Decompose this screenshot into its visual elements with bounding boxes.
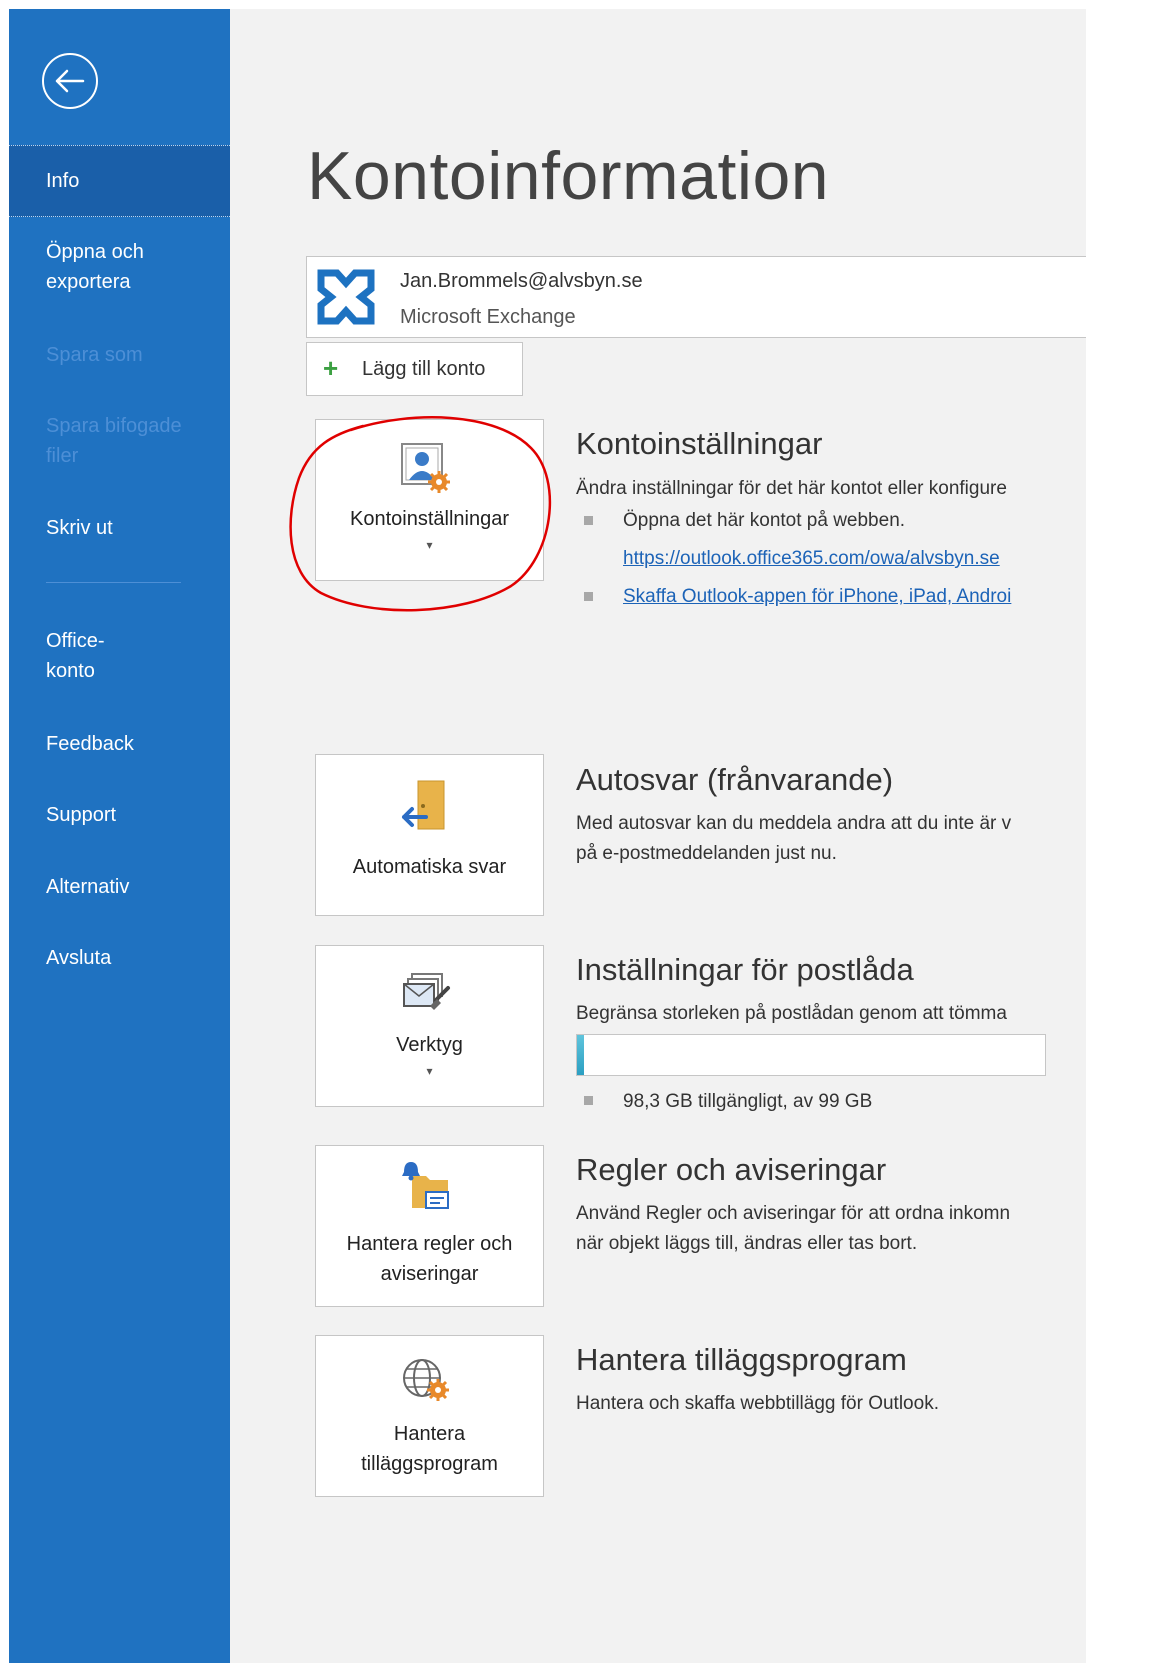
mailbox-usage-text: 98,3 GB tillgängligt, av 99 GB xyxy=(623,1091,873,1112)
sidebar-item-label: Feedback xyxy=(46,733,134,755)
sidebar-item-info[interactable]: Info xyxy=(9,145,230,217)
account-settings-button[interactable]: Kontoinställningar ▾ xyxy=(315,419,544,581)
dropdown-caret-icon: ▾ xyxy=(426,538,433,552)
sidebar-item-label: konto xyxy=(46,660,95,682)
backstage-sidebar: Info Öppna och exportera Spara som Spara… xyxy=(9,9,230,1663)
rules-description: när objekt läggs till, ändras eller tas … xyxy=(576,1233,918,1254)
sidebar-item-label: Info xyxy=(46,170,80,192)
addins-heading: Hantera tilläggsprogram xyxy=(576,1342,907,1377)
account-type: Microsoft Exchange xyxy=(400,306,576,328)
mailbox-description: Begränsa storleken på postlådan genom at… xyxy=(576,1003,1007,1024)
rules-alerts-icon xyxy=(402,1162,449,1209)
sidebar-item-label: Avsluta xyxy=(46,947,112,969)
sidebar-item-label: Spara som xyxy=(46,344,143,366)
sidebar-item-save-as: Spara som xyxy=(9,340,230,370)
sidebar-item-label: exportera xyxy=(46,271,131,293)
open-on-web-text: Öppna det här kontot på webben. xyxy=(623,510,906,531)
bullet-icon xyxy=(584,516,593,525)
automatic-replies-label: Automatiska svar xyxy=(352,856,507,878)
globe-gear-icon xyxy=(403,1359,449,1401)
rules-heading: Regler och aviseringar xyxy=(576,1152,887,1187)
account-settings-heading: Kontoinställningar xyxy=(576,426,823,461)
mailbox-usage-fill xyxy=(577,1035,585,1075)
sidebar-item-label: Support xyxy=(46,804,117,826)
sidebar-item-label: Spara bifogade xyxy=(46,415,182,437)
sidebar-item-feedback[interactable]: Feedback xyxy=(9,729,230,759)
mailbox-usage-bar xyxy=(576,1034,1046,1076)
dropdown-caret-icon: ▾ xyxy=(426,1064,433,1078)
bullet-icon xyxy=(584,592,593,601)
account-settings-description: Ändra inställningar för det här kontot e… xyxy=(576,478,1007,499)
automatic-replies-button[interactable]: Automatiska svar xyxy=(315,754,544,916)
sidebar-item-label: filer xyxy=(46,445,79,467)
sidebar-divider xyxy=(46,582,181,583)
auto-reply-description: Med autosvar kan du meddela andra att du… xyxy=(576,813,1012,834)
account-selector[interactable]: Jan.Brommels@alvsbyn.se Microsoft Exchan… xyxy=(306,256,1086,338)
add-account-button[interactable]: + Lägg till konto xyxy=(306,342,523,396)
bullet-icon xyxy=(584,1096,593,1105)
tools-label: Verktyg xyxy=(396,1034,463,1056)
sidebar-item-save-attachments: Spara bifogade filer xyxy=(9,411,230,471)
manage-rules-label: aviseringar xyxy=(380,1263,479,1285)
sidebar-item-print[interactable]: Skriv ut xyxy=(9,513,230,543)
account-settings-icon xyxy=(401,443,450,493)
tools-button[interactable]: Verktyg ▾ xyxy=(315,945,544,1107)
addins-description: Hantera och skaffa webbtillägg för Outlo… xyxy=(576,1393,939,1414)
sidebar-item-support[interactable]: Support xyxy=(9,800,230,830)
manage-rules-button[interactable]: Hantera regler och aviseringar xyxy=(315,1145,544,1307)
exchange-icon xyxy=(317,269,375,325)
sidebar-item-label: Alternativ xyxy=(46,876,130,898)
tools-icon xyxy=(403,973,450,1010)
sidebar-item-label: Öppna och xyxy=(46,241,144,263)
back-button[interactable] xyxy=(40,51,100,111)
sidebar-item-label: Skriv ut xyxy=(46,517,113,539)
auto-reply-description: på e-postmeddelanden just nu. xyxy=(576,843,837,864)
mailbox-heading: Inställningar för postlåda xyxy=(576,952,914,987)
add-account-label: Lägg till konto xyxy=(362,358,486,380)
outlook-app-link[interactable]: Skaffa Outlook-appen för iPhone, iPad, A… xyxy=(623,582,1011,612)
account-settings-label: Kontoinställningar xyxy=(350,508,509,530)
sidebar-item-office-account[interactable]: Office- konto xyxy=(9,626,230,686)
sidebar-item-options[interactable]: Alternativ xyxy=(9,872,230,902)
auto-reply-door-icon xyxy=(402,780,445,830)
owa-link[interactable]: https://outlook.office365.com/owa/alvsby… xyxy=(623,544,1000,574)
backstage-window: Info Öppna och exportera Spara som Spara… xyxy=(9,9,1086,1663)
plus-icon: + xyxy=(323,353,339,383)
manage-addins-label: tilläggsprogram xyxy=(361,1453,498,1475)
back-arrow-icon xyxy=(42,53,98,109)
manage-addins-button[interactable]: Hantera tilläggsprogram xyxy=(315,1335,544,1497)
sidebar-item-exit[interactable]: Avsluta xyxy=(9,943,230,973)
rules-description: Använd Regler och aviseringar för att or… xyxy=(576,1203,1011,1224)
auto-reply-heading: Autosvar (frånvarande) xyxy=(576,762,894,797)
manage-addins-label: Hantera xyxy=(393,1423,466,1445)
account-email: Jan.Brommels@alvsbyn.se xyxy=(400,270,643,292)
manage-rules-label: Hantera regler och xyxy=(346,1233,513,1255)
page-title: Kontoinformation xyxy=(307,138,830,214)
sidebar-item-label: Office- xyxy=(46,630,105,652)
sidebar-item-open-export[interactable]: Öppna och exportera xyxy=(9,237,230,297)
